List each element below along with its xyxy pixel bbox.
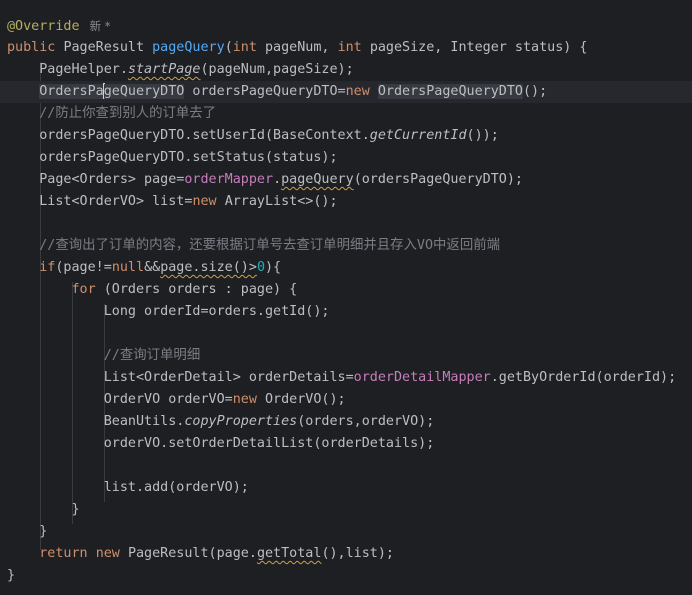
code-line[interactable]: List<OrderVO> list=new ArrayList<>(); — [0, 191, 692, 213]
code-line[interactable]: ordersPageQueryDTO.setUserId(BaseContext… — [0, 125, 692, 147]
code-line[interactable]: PageHelper.startPage(pageNum,pageSize); — [0, 59, 692, 81]
code-token: } — [7, 524, 48, 539]
code-line-current[interactable]: OrdersPageQueryDTO ordersPageQueryDTO=ne… — [0, 81, 692, 103]
code-editor[interactable]: @Override 新 * public PageResult pageQuery(… — [0, 0, 692, 595]
code-token: orderDetailMapper — [353, 370, 491, 385]
code-token: (page!= — [55, 260, 112, 275]
code-token: } — [7, 502, 80, 517]
code-token: ()); — [466, 128, 499, 143]
code-token: return — [39, 546, 96, 561]
code-line[interactable]: //查询出了订单的内容，还要根据订单号去查订单明细并且存入VO中返回前端 — [0, 235, 692, 257]
code-token: geQueryDTO — [103, 84, 185, 99]
code-token: (),list); — [321, 546, 394, 561]
code-token: } — [7, 568, 16, 583]
code-token: orderVO.setOrderDetailList(orderDetails)… — [7, 436, 435, 451]
code-line[interactable]: OrderVO orderVO=new OrderVO(); — [0, 389, 692, 411]
code-token: (orders,orderVO); — [297, 414, 435, 429]
code-token: orderMapper — [184, 172, 274, 187]
code-token: pageQuery — [281, 172, 354, 187]
code-line[interactable]: } — [0, 565, 692, 587]
code-line[interactable]: } — [0, 499, 692, 521]
code-token: List<OrderDetail> orderDetails= — [7, 370, 354, 385]
code-token: getCurrentId — [369, 128, 467, 143]
code-line[interactable]: @Override 新 * — [0, 15, 692, 37]
code-line[interactable] — [0, 213, 692, 235]
code-line[interactable]: BeanUtils.copyProperties(orders,orderVO)… — [0, 411, 692, 433]
code-token: getTotal — [256, 546, 322, 561]
code-token: int — [337, 40, 370, 55]
code-token: BeanUtils. — [7, 414, 185, 429]
code-token: (Orders orders : page) { — [103, 282, 298, 297]
code-token: startPage — [127, 62, 201, 77]
code-token: Page<Orders> page= — [7, 172, 185, 187]
code-line[interactable]: for (Orders orders : page) { — [0, 279, 692, 301]
code-token: pageNum, — [265, 40, 338, 55]
code-token: //查询出了订单的内容，还要根据订单号去查订单明细并且存入VO中返回前端 — [7, 238, 500, 253]
code-token: list.add(orderVO); — [7, 480, 249, 495]
code-token: public — [7, 40, 64, 55]
code-line[interactable]: List<OrderDetail> orderDetails=orderDeta… — [0, 367, 692, 389]
code-token: new — [95, 546, 128, 561]
code-token: List<OrderVO> list= — [7, 194, 193, 209]
code-line[interactable] — [0, 323, 692, 345]
code-token: //防止你查到别人的订单去了 — [7, 106, 217, 121]
code-token: pageQuery — [152, 40, 225, 55]
code-line[interactable]: //防止你查到别人的订单去了 — [0, 103, 692, 125]
code-token: Long orderId=orders.getId(); — [7, 304, 330, 319]
code-line[interactable]: public PageResult pageQuery(int pageNum,… — [0, 37, 692, 59]
author-inlay-hint[interactable]: 新 * — [90, 19, 111, 33]
code-line[interactable]: //查询订单明细 — [0, 345, 692, 367]
code-token: OrderVO(); — [264, 392, 346, 407]
code-token: for — [71, 282, 104, 297]
code-line[interactable]: Page<Orders> page=orderMapper.pageQuery(… — [0, 169, 692, 191]
code-token: copyProperties — [184, 414, 298, 429]
code-token: new — [345, 84, 378, 99]
code-line[interactable]: } — [0, 521, 692, 543]
code-token: pageSize, Integer status) { — [369, 40, 588, 55]
code-line[interactable]: ordersPageQueryDTO.setStatus(status); — [0, 147, 692, 169]
code-token: int — [232, 40, 265, 55]
code-line[interactable]: orderVO.setOrderDetailList(orderDetails)… — [0, 433, 692, 455]
code-token: ArrayList<>(); — [224, 194, 338, 209]
code-token: . — [273, 172, 282, 187]
code-token: PageHelper. — [7, 62, 128, 77]
code-token: new — [192, 194, 225, 209]
code-line[interactable] — [0, 455, 692, 477]
code-token: 0 — [256, 260, 265, 275]
code-token: if — [39, 260, 56, 275]
code-token: PageResult(page. — [127, 546, 257, 561]
code-token: new — [232, 392, 265, 407]
code-token: ordersPageQueryDTO.setUserId(BaseContext… — [7, 128, 370, 143]
code-line[interactable]: if(page!=null&&page.size()>0){ — [0, 257, 692, 279]
code-token: //查询订单明细 — [7, 348, 201, 363]
code-token: ( — [224, 40, 233, 55]
code-token: .getByOrderId(orderId); — [490, 370, 677, 385]
code-line[interactable]: Long orderId=orders.getId(); — [0, 301, 692, 323]
code-token: (pageNum,pageSize); — [200, 62, 354, 77]
code-token: ordersPageQueryDTO= — [184, 84, 346, 99]
code-token: null — [111, 260, 145, 275]
code-token: PageResult — [63, 40, 153, 55]
code-line[interactable]: list.add(orderVO); — [0, 477, 692, 499]
code-token: OrderVO orderVO= — [7, 392, 233, 407]
code-token: @Override — [7, 19, 80, 34]
code-token: (ordersPageQueryDTO); — [353, 172, 523, 187]
code-token: && — [144, 260, 161, 275]
code-token: OrdersPa — [39, 84, 104, 99]
code-line[interactable]: return new PageResult(page.getTotal(),li… — [0, 543, 692, 565]
code-token: (); — [523, 84, 548, 99]
code-token: ){ — [265, 260, 282, 275]
code-token: ordersPageQueryDTO.setStatus(status); — [7, 150, 338, 165]
code-token: OrdersPageQueryDTO — [377, 84, 523, 99]
code-token: page.size()> — [160, 260, 257, 275]
